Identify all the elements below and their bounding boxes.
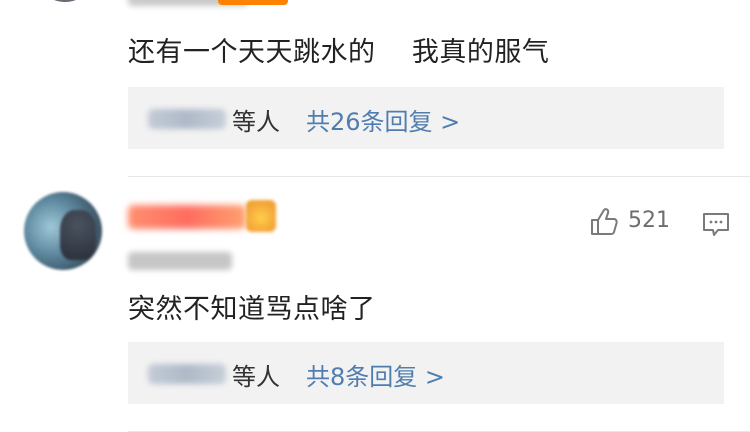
previous-commenter-avatar[interactable] [34,0,96,2]
comment-timestamp-blurred [128,252,232,270]
comment-replies-box[interactable]: 等人 共8条回复 > [128,342,724,404]
reply-others-label: 等人 [232,108,280,136]
comment-text: 突然不知道骂点啥了 [128,294,376,325]
comment-divider [128,176,750,177]
reply-user-blurred [148,364,226,384]
commenter-avatar[interactable] [24,192,102,270]
reply-user-blurred [148,109,226,129]
previous-comment-accent-tab [218,0,288,5]
previous-comment-replies-box[interactable]: 等人 共26条回复 > [128,87,724,149]
thumbs-up-icon[interactable] [588,206,620,238]
comment-bubble-icon[interactable] [702,212,730,238]
view-all-replies-link[interactable]: 共26条回复 > [306,102,460,137]
reply-others-label: 等人 [232,363,280,391]
user-badge-icon [246,200,276,232]
previous-comment-text: 还有一个天天跳水的 我真的服气 [128,37,550,68]
like-count: 521 [628,208,670,233]
commenter-name-blurred[interactable] [128,205,246,229]
view-all-replies-link[interactable]: 共8条回复 > [306,357,445,392]
